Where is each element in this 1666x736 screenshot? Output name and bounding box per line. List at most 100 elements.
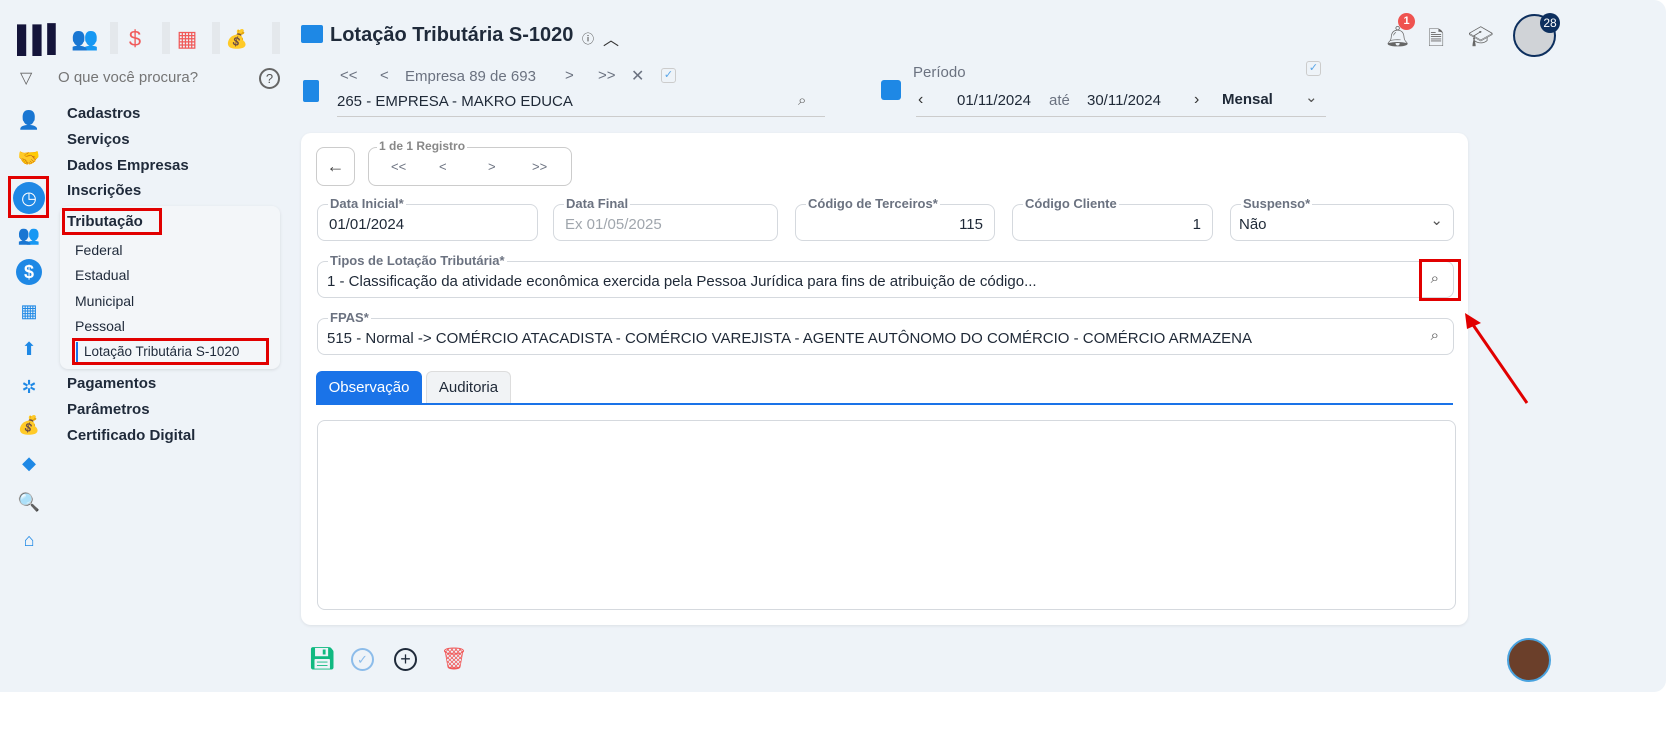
calendar-icon <box>881 80 901 100</box>
divider <box>162 22 170 54</box>
codigo-cliente-field[interactable]: Código Cliente 1 <box>1012 196 1213 241</box>
divider <box>272 22 280 54</box>
save-icon[interactable]: 💾︎ <box>308 646 336 672</box>
period-start[interactable]: 01/11/2024 <box>957 92 1031 109</box>
period-end[interactable]: 30/11/2024 <box>1087 92 1161 109</box>
divider <box>916 116 1326 117</box>
submenu-municipal[interactable]: Municipal <box>75 293 134 309</box>
field-label: Data Final <box>564 196 631 211</box>
search-icon[interactable]: ⌕ <box>1431 327 1439 344</box>
field-value: Não <box>1239 216 1267 233</box>
period-label: Período <box>913 64 966 81</box>
search-icon[interactable]: 🔍 <box>16 489 42 515</box>
first-company-button[interactable]: << <box>340 67 358 84</box>
tipos-lotacao-field[interactable]: Tipos de Lotação Tributária* 1 - Classif… <box>317 253 1454 298</box>
last-company-button[interactable]: >> <box>598 67 616 84</box>
dollar-icon[interactable]: $ <box>120 26 150 52</box>
calculator-icon[interactable]: ▦ <box>172 26 202 52</box>
submenu-federal[interactable]: Federal <box>75 242 122 258</box>
prev-company-button[interactable]: < <box>380 67 389 84</box>
arrow-up-icon[interactable]: ⬆ <box>16 336 42 362</box>
logo: ▌▌▍ <box>17 24 68 54</box>
field-label: Código de Terceiros* <box>806 196 940 211</box>
money-bag-icon[interactable]: 💰 <box>222 26 252 52</box>
field-label: Tipos de Lotação Tributária* <box>328 253 507 268</box>
layers-icon[interactable]: ◆ <box>16 450 42 476</box>
chevron-down-icon: ⌄ <box>1430 212 1443 229</box>
handshake-icon[interactable]: 🤝 <box>16 145 42 171</box>
field-value: 115 <box>959 216 983 233</box>
people-icon[interactable]: 👥 <box>70 26 100 52</box>
annotation-box <box>8 176 49 218</box>
info-icon[interactable]: ⓘ <box>582 30 594 47</box>
menu-parametros[interactable]: Parâmetros <box>67 401 150 418</box>
data-final-field[interactable]: Data Final Ex 01/05/2025 <box>553 196 778 241</box>
back-button[interactable]: ← <box>316 147 355 186</box>
period-type-select[interactable]: Mensal <box>1222 91 1273 108</box>
money-bag-icon[interactable]: 💰 <box>16 412 42 438</box>
submenu-estadual[interactable]: Estadual <box>75 267 129 283</box>
next-period-button[interactable]: › <box>1194 91 1199 109</box>
annotation-box <box>72 338 269 365</box>
data-inicial-field[interactable]: Data Inicial* 01/01/2024 <box>317 196 538 241</box>
prev-period-button[interactable]: ‹ <box>918 91 923 109</box>
users-icon[interactable]: 👥 <box>16 222 42 248</box>
menu-certificado[interactable]: Certificado Digital <box>67 427 195 444</box>
next-record-button[interactable]: > <box>488 159 496 174</box>
delete-icon[interactable]: 🗑︎ <box>440 646 468 672</box>
menu-pagamentos[interactable]: Pagamentos <box>67 375 156 392</box>
add-icon[interactable]: + <box>394 648 417 671</box>
divider <box>212 22 220 54</box>
confirm-icon[interactable]: ✓ <box>351 648 374 671</box>
search-input[interactable] <box>58 66 248 88</box>
search-icon[interactable]: ⌕ <box>798 92 806 109</box>
period-checkbox[interactable]: ✓ <box>1306 61 1321 76</box>
observacao-textarea[interactable] <box>317 420 1456 610</box>
annotation-box <box>62 208 162 235</box>
divider <box>337 116 825 117</box>
network-icon[interactable]: ✲ <box>16 374 42 400</box>
assistant-avatar[interactable] <box>1507 638 1551 682</box>
next-company-button[interactable]: > <box>565 67 574 84</box>
avatar-badge: 28 <box>1540 13 1560 33</box>
suspenso-select[interactable]: Suspenso* Não ⌄ <box>1230 196 1454 241</box>
field-value: 01/01/2024 <box>329 216 405 233</box>
help-icon[interactable]: ? <box>259 68 280 89</box>
tab-observacao[interactable]: Observação <box>316 371 422 404</box>
field-label: Suspenso* <box>1241 196 1313 211</box>
user-settings-icon[interactable]: 👤 <box>16 107 42 133</box>
submenu-pessoal[interactable]: Pessoal <box>75 318 125 334</box>
chevron-down-icon[interactable]: ⌄ <box>1305 88 1318 106</box>
menu-servicos[interactable]: Serviços <box>67 131 130 148</box>
menu-dados-empresas[interactable]: Dados Empresas <box>67 157 189 174</box>
prev-record-button[interactable]: < <box>439 159 447 174</box>
first-record-button[interactable]: << <box>391 159 406 174</box>
period-sep: até <box>1049 92 1070 109</box>
graduation-cap-icon[interactable]: 🎓︎ <box>1468 24 1493 49</box>
calculator-icon[interactable]: ▦ <box>16 298 42 324</box>
home-icon[interactable]: ⌂ <box>16 527 42 553</box>
record-navigator: 1 de 1 Registro << < > >> <box>368 139 572 186</box>
dollar-circle-icon[interactable]: $ <box>16 259 42 285</box>
field-value: 1 <box>1192 216 1201 233</box>
fpas-field[interactable]: FPAS* 515 - Normal -> COMÉRCIO ATACADIST… <box>317 310 1454 355</box>
clear-icon[interactable]: ✕ <box>631 66 644 86</box>
menu-inscricoes[interactable]: Inscrições <box>67 182 141 199</box>
field-value: 1 - Classificação da atividade econômica… <box>327 273 1037 290</box>
monitor-icon <box>301 25 323 43</box>
filter-icon[interactable]: ▽ <box>20 68 32 88</box>
document-search-icon[interactable]: 🗎 <box>1428 24 1444 58</box>
last-record-button[interactable]: >> <box>532 159 547 174</box>
field-label: Código Cliente <box>1023 196 1119 211</box>
company-checkbox[interactable]: ✓ <box>661 68 676 83</box>
menu-cadastros[interactable]: Cadastros <box>67 105 140 122</box>
company-counter: Empresa 89 de 693 <box>405 68 536 85</box>
notification-badge: 1 <box>1398 13 1415 30</box>
tab-underline <box>316 403 1453 405</box>
codigo-terceiros-field[interactable]: Código de Terceiros* 115 <box>795 196 995 241</box>
tab-auditoria[interactable]: Auditoria <box>426 371 511 404</box>
chevron-up-icon[interactable]: ︿ <box>603 26 619 50</box>
page-title: Lotação Tributária S-1020 <box>330 24 574 46</box>
annotation-box <box>1419 259 1461 301</box>
company-value[interactable]: 265 - EMPRESA - MAKRO EDUCA <box>337 93 573 110</box>
